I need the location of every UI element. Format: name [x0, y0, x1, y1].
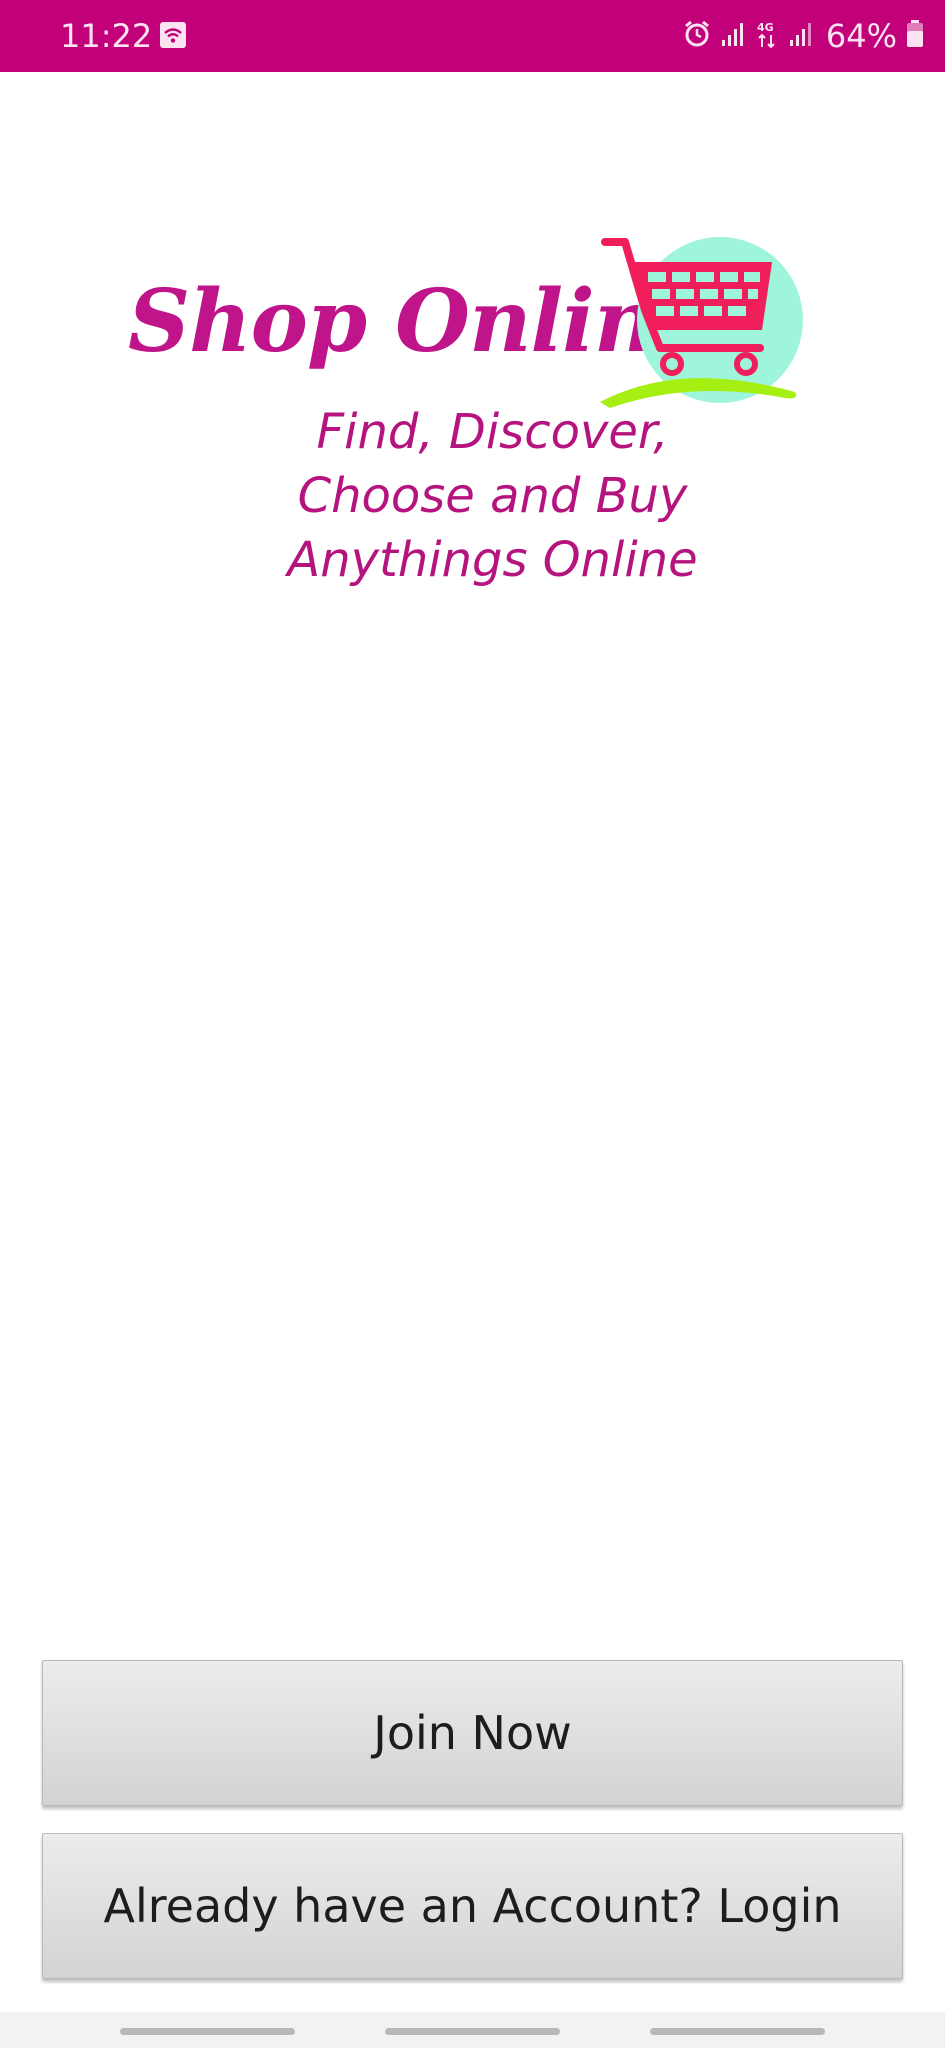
4g-icon: 4G — [754, 19, 780, 53]
nav-home-handle[interactable] — [385, 2028, 560, 2035]
tagline-line-2: Choose and Buy — [297, 468, 688, 524]
battery-icon — [905, 19, 925, 53]
svg-text:4G: 4G — [757, 21, 774, 34]
tagline-line-3: Anythings Online — [287, 532, 698, 588]
battery-percentage: 64% — [825, 17, 897, 55]
nav-recents-handle[interactable] — [120, 2028, 295, 2035]
alarm-icon — [682, 19, 712, 53]
wifi-icon — [160, 22, 186, 48]
navigation-bar — [0, 2012, 945, 2048]
join-now-button[interactable]: Join Now — [42, 1660, 903, 1806]
shopping-cart-icon — [600, 230, 820, 420]
login-button[interactable]: Already have an Account? Login — [42, 1833, 903, 1979]
welcome-screen: 11:22 4G 64% Shop Online Find, Discover,… — [0, 0, 945, 2048]
status-bar: 11:22 4G 64% — [0, 0, 945, 72]
signal-icon — [720, 20, 746, 52]
status-icons: 4G 64% — [682, 14, 925, 58]
signal-icon — [788, 20, 814, 52]
tagline-line-1: Find, Discover, — [316, 404, 669, 460]
status-time: 11:22 — [60, 17, 153, 55]
nav-back-handle[interactable] — [650, 2028, 825, 2035]
tagline: Find, Discover, Choose and Buy Anythings… — [0, 400, 945, 592]
